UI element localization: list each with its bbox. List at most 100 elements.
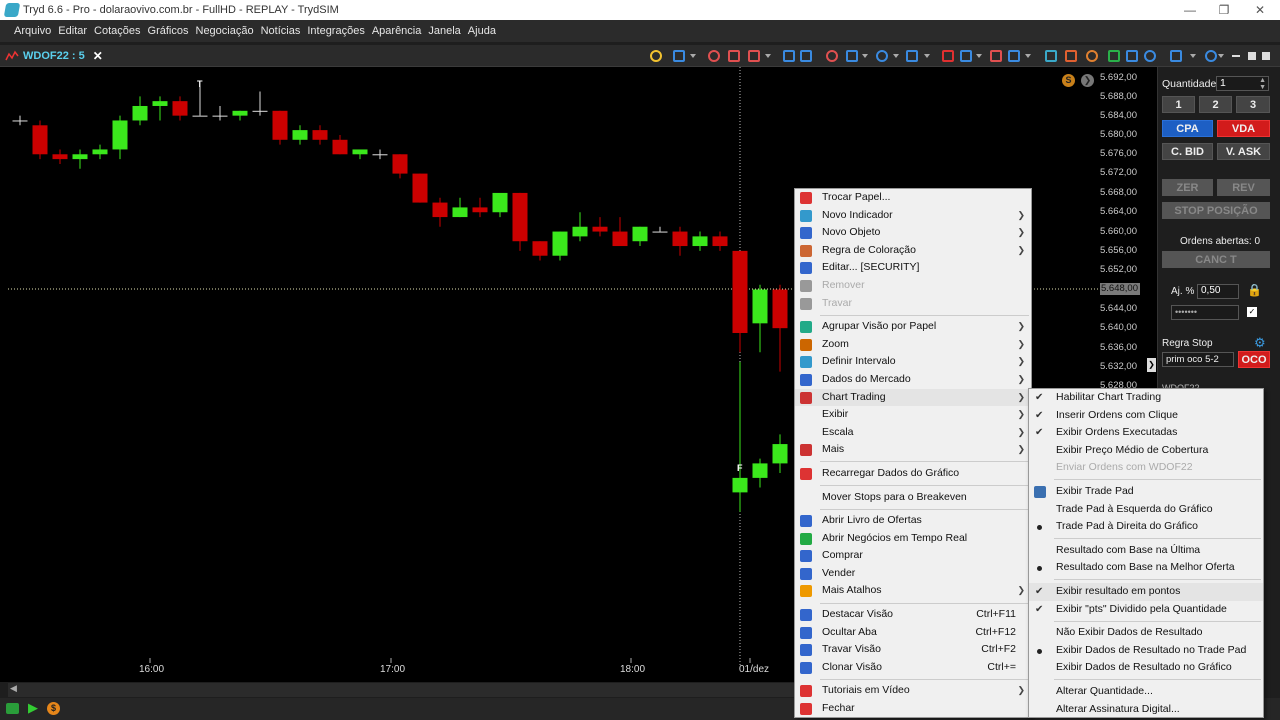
menu-item-novo-indicador[interactable]: Novo Indicador ❯ [795,207,1031,225]
menu-item-escala[interactable]: Escala ❯ [795,424,1031,442]
close-tab-icon[interactable]: ✕ [93,49,103,63]
dropdown-icon[interactable] [976,54,982,58]
candle-body[interactable] [472,207,488,213]
candle-body[interactable] [232,110,248,116]
qty-preset-3[interactable]: 3 [1236,96,1270,113]
maximize-button[interactable]: ❐ [1206,0,1242,20]
menu-item-recarregar-dados-do-grafico[interactable]: Recarregar Dados do Gráfico [795,465,1031,483]
dropdown-icon[interactable] [1025,54,1031,58]
close-view-icon[interactable] [1262,52,1270,60]
qty-input[interactable]: 1 ▲ ▼ [1216,76,1269,91]
submenu-item-exibir-trade-pad[interactable]: Exibir Trade Pad [1029,483,1263,501]
candle-body[interactable] [12,120,28,122]
menu-item-tutoriais-em-video[interactable]: Tutoriais em Vídeo ❯ [795,682,1031,700]
candle-body[interactable] [752,463,768,478]
window-icon[interactable] [1126,50,1138,62]
candle-body[interactable] [152,101,168,106]
menu-item-ocultar-aba[interactable]: Ocultar Aba Ctrl+F12 [795,624,1031,642]
menu-graficos[interactable]: Gráficos [148,25,189,37]
candle-body[interactable] [492,192,508,213]
menu-item-agrupar-visao-por-papel[interactable]: Agrupar Visão por Papel ❯ [795,318,1031,336]
menu-aparencia[interactable]: Aparência [372,25,422,37]
candle-body[interactable] [652,231,668,233]
submenu-item-resultado-com-base-na-melhor-oferta[interactable]: Resultado com Base na Melhor Oferta [1029,559,1263,577]
crosshair-icon[interactable] [960,50,972,62]
dropdown-icon[interactable] [690,54,696,58]
expand-panel-icon[interactable]: ❯ [1147,358,1156,372]
candle-body[interactable] [552,231,568,256]
minimize-button[interactable]: — [1172,0,1208,20]
maximize-view-icon[interactable] [1248,52,1256,60]
candle-body[interactable] [672,231,688,247]
candle-body[interactable] [252,110,268,112]
menu-item-dados-do-mercado[interactable]: Dados do Mercado ❯ [795,371,1031,389]
menu-item-abrir-negocios-em-tempo-real[interactable]: Abrir Negócios em Tempo Real [795,530,1031,548]
candle-body[interactable] [292,130,308,140]
submenu-item-exibir-dados-de-resultado-no-trade-pad[interactable]: Exibir Dados de Resultado no Trade Pad [1029,642,1263,660]
submenu-item-exibir-resultado-em-pontos[interactable]: ✔ Exibir resultado em pontos [1029,582,1263,601]
expand-icon[interactable] [1205,50,1217,62]
menu-item-fechar[interactable]: Fechar [795,700,1031,718]
settings-icon[interactable] [1086,50,1098,62]
arrow-right-icon[interactable]: ❯ [1081,74,1094,87]
menu-item-editar-security[interactable]: Editar... [SECURITY] [795,259,1031,277]
candle-body[interactable] [572,226,588,237]
menu-item-chart-trading[interactable]: Chart Trading ❯ [795,388,1031,407]
buy-bid-button[interactable]: C. BID [1162,143,1213,160]
shapes-icon[interactable] [876,50,888,62]
menu-arquivo[interactable]: Arquivo [14,25,51,37]
menu-item-definir-intervalo[interactable]: Definir Intervalo ❯ [795,353,1031,371]
tab-chart-wdof22[interactable]: WDOF22 : 5 ✕ [5,47,103,65]
menu-item-destacar-visao[interactable]: Destacar Visão Ctrl+F11 [795,606,1031,624]
submenu-item-alterar-quantidade[interactable]: Alterar Quantidade... [1029,683,1263,701]
s-badge-icon[interactable]: S [1062,74,1075,87]
menu-cotacoes[interactable]: Cotações [94,25,140,37]
dropdown-icon[interactable] [1218,54,1224,58]
menu-editar[interactable]: Editar [58,25,87,37]
dropdown-icon[interactable] [862,54,868,58]
layout-icon[interactable] [906,50,918,62]
zoom-out-icon[interactable] [728,50,740,62]
menu-item-mais[interactable]: Mais ❯ [795,441,1031,459]
submenu-item-exibir-dados-de-resultado-no-grafico[interactable]: Exibir Dados de Resultado no Gráfico [1029,659,1263,677]
candle-body[interactable] [632,226,648,242]
buy-button[interactable]: CPA [1162,120,1213,137]
candle-body[interactable] [592,226,608,232]
oco-button[interactable]: OCO [1238,351,1270,368]
align-right-icon[interactable] [800,50,812,62]
wrench-icon[interactable] [1008,50,1020,62]
candle-body[interactable] [412,173,428,203]
adjust-input[interactable]: 0,50 [1197,284,1239,299]
candle-body[interactable] [532,241,548,256]
play-icon[interactable]: ▶ [28,700,38,716]
zoom-icon[interactable] [748,50,760,62]
submenu-item-resultado-com-base-na-ultima[interactable]: Resultado com Base na Última [1029,542,1263,560]
reverse-button[interactable]: REV [1217,179,1270,196]
menu-item-abrir-livro-de-ofertas[interactable]: Abrir Livro de Ofertas [795,512,1031,530]
candle-body[interactable] [752,289,768,324]
candle-body[interactable] [112,120,128,150]
color-icon[interactable] [1065,50,1077,62]
candle-body[interactable] [332,139,348,155]
candle-body[interactable] [272,110,288,140]
menu-item-mais-atalhos[interactable]: Mais Atalhos ❯ [795,582,1031,600]
candle-body[interactable] [732,250,748,333]
menu-item-regra-de-coloracao[interactable]: Regra de Coloração ❯ [795,242,1031,260]
scroll-left-icon[interactable]: ◀ [10,683,17,694]
submenu-item-exibir-pts-dividido-pela-quantidade[interactable]: ✔ Exibir "pts" Dividido pela Quantidade [1029,601,1263,619]
submenu-item-exibir-ordens-executadas[interactable]: ✔ Exibir Ordens Executadas [1029,424,1263,442]
candle-body[interactable] [32,125,48,155]
menu-item-vender[interactable]: Vender [795,565,1031,583]
dropdown-icon[interactable] [765,54,771,58]
spinner-icon[interactable]: ▲ ▼ [1259,77,1266,91]
submenu-item-trade-pad-a-esquerda-do-grafico[interactable]: Trade Pad à Esquerda do Gráfico [1029,501,1263,519]
align-left-icon[interactable] [783,50,795,62]
candle-body[interactable] [312,130,328,140]
candle-body[interactable] [772,444,788,464]
candle-body[interactable] [372,154,388,156]
close-button[interactable]: ✕ [1242,0,1278,20]
menu-integracoes[interactable]: Integrações [307,25,364,37]
menu-item-mover-stops-para-o-breakeven[interactable]: Mover Stops para o Breakeven [795,489,1031,507]
lock-icon[interactable]: 🔒 [1247,283,1262,297]
qty-preset-1[interactable]: 1 [1162,96,1195,113]
